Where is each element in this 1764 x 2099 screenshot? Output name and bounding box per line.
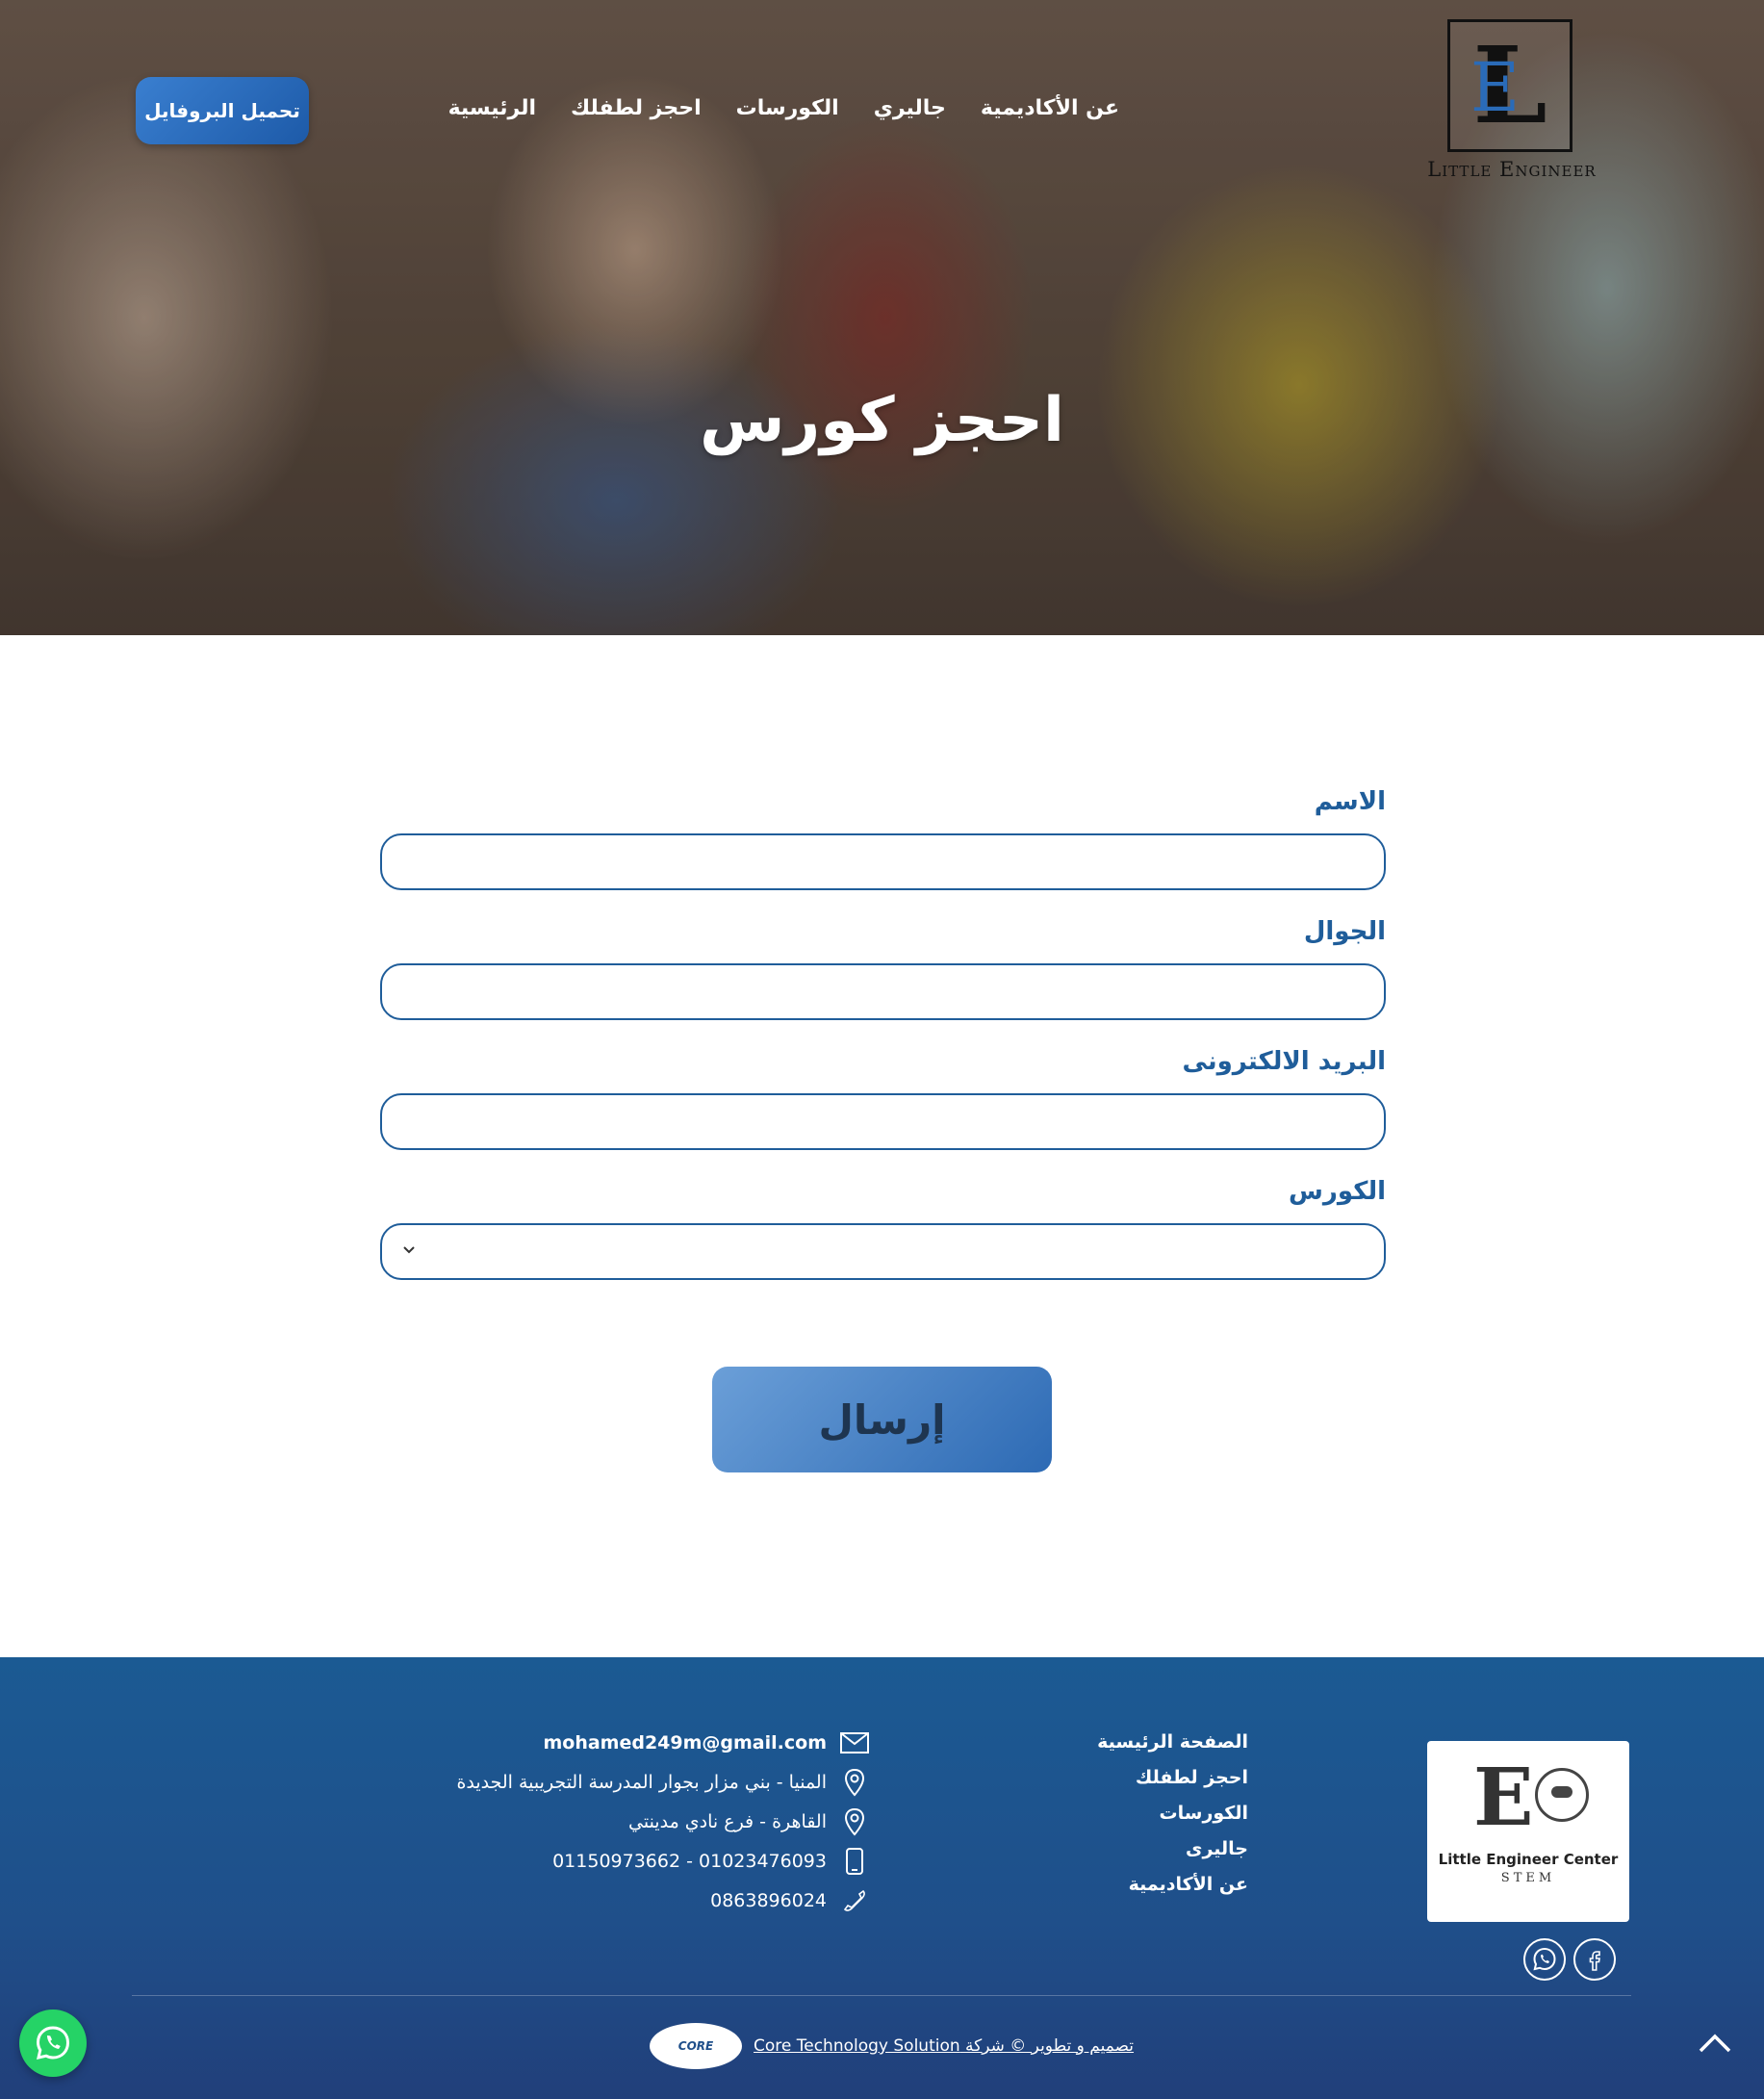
phone-label: الجوال [1303,917,1386,946]
contact-address-2: القاهرة - فرع نادي مدينتي [628,1810,827,1832]
footer-link-home[interactable]: الصفحة الرئيسية [1097,1725,1248,1760]
nav-item-gallery[interactable]: جاليري [874,96,946,120]
booking-form: الاسم الجوال البريد الالكترونى الكورس [380,780,1386,1299]
footer-credit: تصميم و تطوير © شركة Core Technology Sol… [650,2022,1134,2070]
email-label: البريد الالكترونى [1182,1047,1386,1076]
contact-phone-row[interactable]: 0863896024 [456,1881,869,1920]
scroll-to-top-button[interactable] [1694,2029,1736,2058]
nav-item-about[interactable]: عن الأكاديمية [981,96,1119,120]
phone-input[interactable] [380,963,1386,1020]
contact-address-row: المنيا - بني مزار بجوار المدرسة التجريبي… [456,1762,869,1802]
contact-email-row[interactable]: mohamed249m@gmail.com [456,1723,869,1762]
whatsapp-icon [36,2026,70,2060]
footer-logo-subtitle: STEM [1500,1871,1556,1885]
core-logo[interactable]: CORE [650,2023,742,2069]
whatsapp-float-button[interactable] [19,2009,87,2077]
course-select[interactable] [380,1223,1386,1280]
whatsapp-icon[interactable] [1523,1938,1566,1981]
contact-mobile[interactable]: 01023476093 - 01150973662 [552,1851,827,1872]
footer-logo-letter: E [1473,1752,1534,1844]
footer-link-book-child[interactable]: احجز لطفلك [1097,1760,1248,1796]
footer-link-courses[interactable]: الكورسات [1097,1796,1248,1831]
nav-item-book-child[interactable]: احجز لطفلك [571,96,702,120]
email-input[interactable] [380,1093,1386,1150]
contact-mobile-row[interactable]: 01023476093 - 01150973662 [456,1841,869,1881]
contact-email[interactable]: mohamed249m@gmail.com [543,1732,827,1753]
submit-button[interactable]: إرسال [712,1367,1052,1472]
facebook-icon[interactable] [1573,1938,1616,1981]
footer-contact: mohamed249m@gmail.com المنيا - بني مزار … [456,1723,869,1920]
robot-icon [1535,1768,1589,1822]
chevron-up-icon [1699,2034,1731,2053]
nav-item-courses[interactable]: الكورسات [736,96,839,120]
page-title: احجز كورس [700,385,1064,456]
main-nav: الرئيسية احجز لطفلك الكورسات جاليري عن ا… [448,96,1119,120]
name-input[interactable] [380,833,1386,890]
site-logo[interactable]: L E Little Engineer [1411,17,1613,181]
footer-links: الصفحة الرئيسية احجز لطفلك الكورسات جالي… [1097,1725,1248,1903]
chevron-down-icon [401,1239,417,1263]
phone-icon [840,1886,869,1915]
location-icon [840,1807,869,1836]
footer-logo-name: Little Engineer Center [1438,1851,1619,1868]
course-label: الكورس [1289,1177,1386,1206]
contact-phone[interactable]: 0863896024 [710,1890,827,1911]
mobile-icon [840,1847,869,1876]
download-profile-button[interactable]: تحميل البروفايل [136,77,309,144]
contact-address-row: القاهرة - فرع نادي مدينتي [456,1802,869,1841]
core-logo-text: CORE [677,2039,714,2053]
footer-logo: E Little Engineer Center STEM [1427,1741,1629,1922]
name-label: الاسم [1314,787,1386,816]
logo-text: Little Engineer [1427,158,1597,181]
mail-icon [840,1728,869,1757]
credit-text[interactable]: تصميم و تطوير © شركة Core Technology Sol… [754,2036,1134,2056]
footer-link-gallery[interactable]: جاليرى [1097,1831,1248,1867]
logo-accent-letter: E [1470,48,1521,127]
nav-item-home[interactable]: الرئيسية [448,96,536,120]
footer-link-about[interactable]: عن الأكاديمية [1097,1867,1248,1903]
footer-divider [132,1995,1631,1996]
location-icon [840,1768,869,1797]
contact-address-1: المنيا - بني مزار بجوار المدرسة التجريبي… [456,1771,827,1793]
